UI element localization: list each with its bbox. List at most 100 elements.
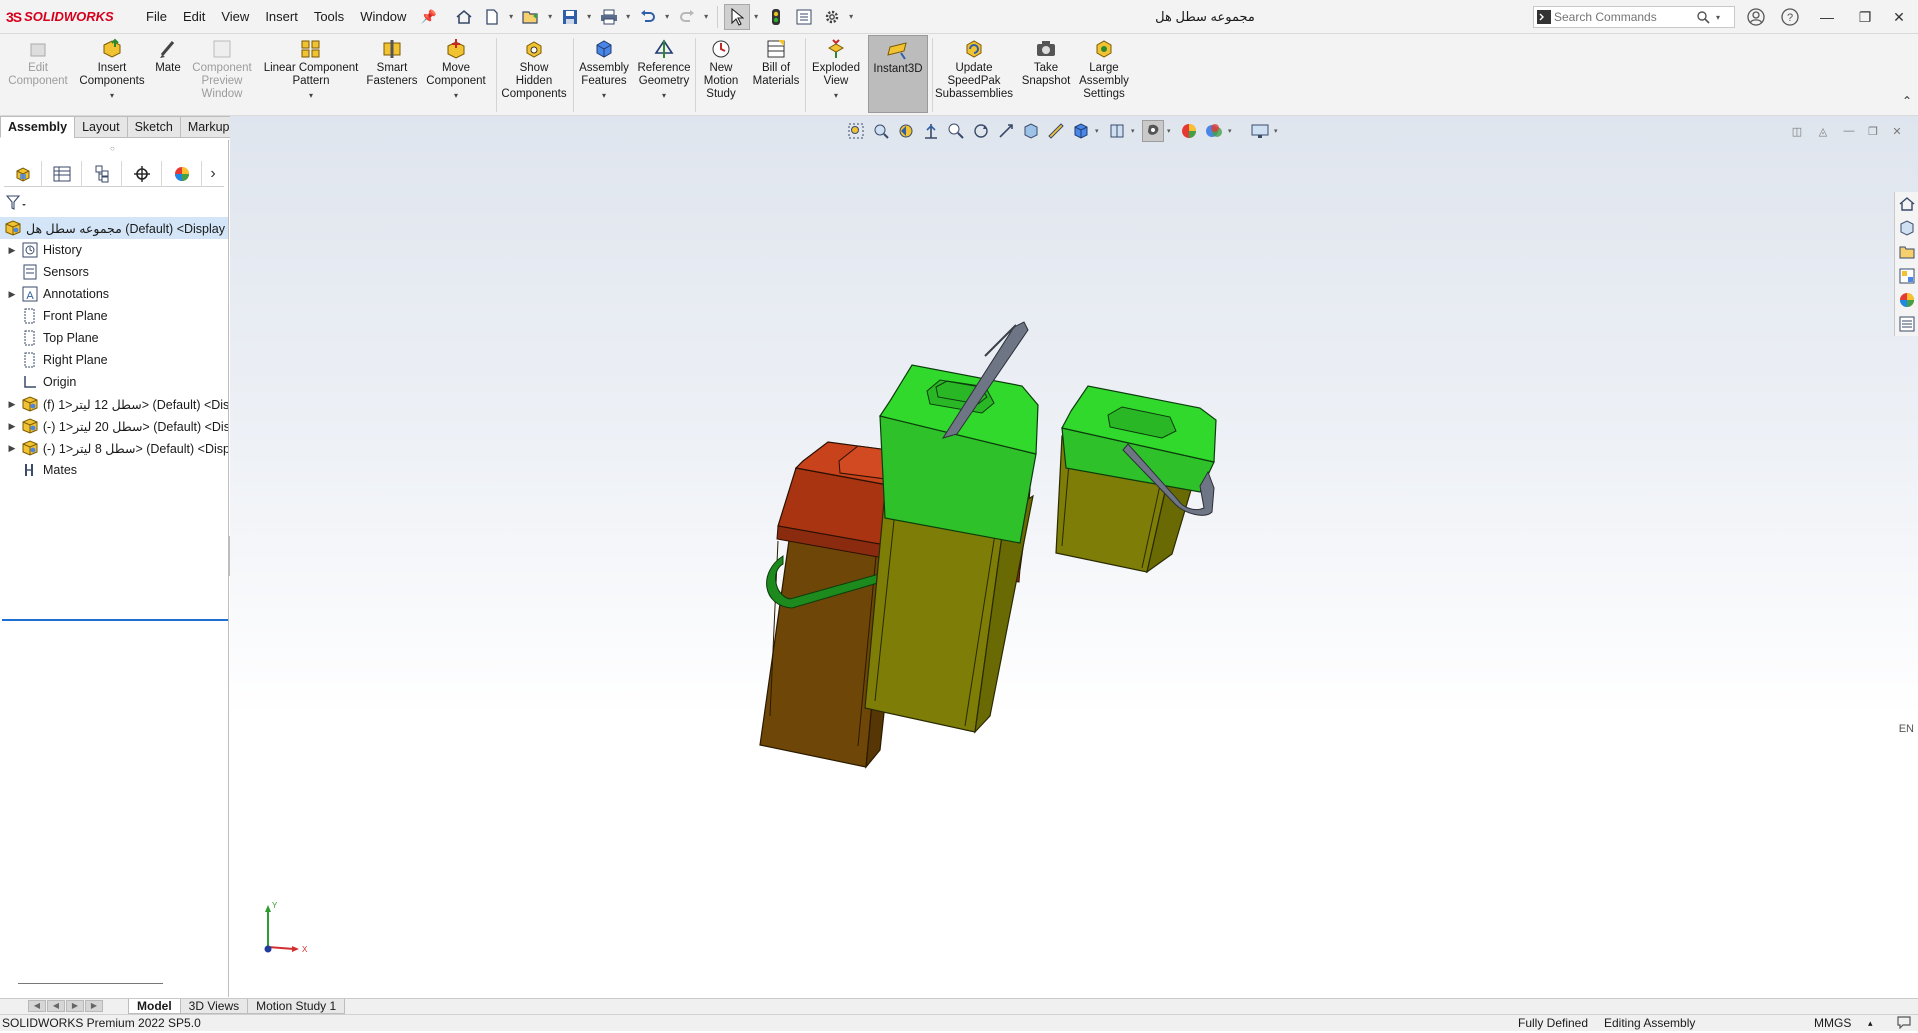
print-icon[interactable] bbox=[596, 4, 622, 30]
linear-component-pattern-button[interactable]: Linear Component Pattern ▾ bbox=[260, 38, 362, 102]
redo-dropdown-icon[interactable]: ▾ bbox=[702, 4, 711, 30]
insert-components-button[interactable]: Insert Components ▾ bbox=[78, 38, 146, 102]
expand-arrow-icon[interactable]: ▶ bbox=[7, 245, 17, 256]
expand-arrow-icon[interactable]: ▶ bbox=[7, 421, 17, 432]
3d-sketch-view-icon[interactable] bbox=[1045, 120, 1067, 142]
options-dropdown-icon[interactable]: ▾ bbox=[847, 4, 856, 30]
save-dropdown-icon[interactable]: ▾ bbox=[585, 4, 594, 30]
search-icon[interactable] bbox=[1694, 10, 1712, 24]
section-view-icon[interactable] bbox=[920, 120, 942, 142]
graphics-area[interactable]: ▾ ▾ ▾ ▾ ▾ ◫ ◬ — ❐ ✕ EN Y X bbox=[230, 116, 1918, 998]
apply-scene-icon[interactable] bbox=[1178, 120, 1200, 142]
bucket-8-liter[interactable] bbox=[1055, 385, 1217, 574]
menu-window[interactable]: Window bbox=[352, 0, 414, 34]
undo-dropdown-icon[interactable]: ▾ bbox=[663, 4, 672, 30]
units-selector[interactable]: MMGS bbox=[1814, 1015, 1851, 1031]
tab-layout[interactable]: Layout bbox=[74, 116, 128, 138]
edit-component-button[interactable]: Edit Component bbox=[8, 38, 68, 88]
exploded-view-button[interactable]: Exploded View ▾ bbox=[805, 38, 867, 102]
more-tabs-chevron-icon[interactable]: › bbox=[202, 161, 224, 187]
show-hidden-components-button[interactable]: Show Hidden Components bbox=[497, 38, 571, 101]
expand-arrow-icon[interactable]: ▶ bbox=[7, 289, 17, 300]
component-preview-window-button[interactable]: Component Preview Window bbox=[188, 38, 256, 101]
help-icon[interactable]: ? bbox=[1779, 6, 1801, 28]
hide-show-dropdown-icon[interactable]: ▾ bbox=[1131, 127, 1139, 135]
featuremanager-tab-icon[interactable] bbox=[4, 161, 42, 187]
monitor-dropdown-icon[interactable]: ▾ bbox=[1274, 127, 1282, 135]
open-dropdown-icon[interactable]: ▾ bbox=[546, 4, 555, 30]
solidworks-resources-icon[interactable] bbox=[1896, 194, 1918, 214]
reference-geometry-dropdown-icon[interactable]: ▾ bbox=[662, 89, 666, 102]
bucket-20-liter[interactable] bbox=[864, 321, 1039, 734]
configurationmanager-tab-icon[interactable] bbox=[82, 161, 122, 187]
bottom-tab-motion-study-1[interactable]: Motion Study 1 bbox=[247, 999, 346, 1014]
display-style-icon[interactable] bbox=[1070, 120, 1092, 142]
displaymanager-tab-icon[interactable] bbox=[162, 161, 202, 187]
large-assembly-settings-button[interactable]: Large Assembly Settings bbox=[1073, 38, 1135, 101]
rebuild-icon[interactable] bbox=[763, 4, 789, 30]
view-settings-dropdown-icon[interactable]: ▾ bbox=[1228, 127, 1236, 135]
pan-icon[interactable] bbox=[995, 120, 1017, 142]
previous-view-icon[interactable] bbox=[895, 120, 917, 142]
tree-item[interactable]: ▶Front Plane bbox=[0, 305, 228, 327]
view-palette-icon[interactable] bbox=[1896, 266, 1918, 286]
new-dropdown-icon[interactable]: ▾ bbox=[507, 4, 516, 30]
prev-tab-arrow-icon[interactable]: ◀ bbox=[47, 999, 65, 1012]
tree-item[interactable]: ▶ (-) سطل 8 لیتر<1> (Default) <Disp bbox=[0, 437, 228, 459]
design-library-icon[interactable] bbox=[1896, 218, 1918, 238]
pin-menu-icon[interactable]: 📌 bbox=[420, 9, 436, 25]
redo-icon[interactable] bbox=[674, 4, 700, 30]
expand-arrow-icon[interactable]: ▶ bbox=[7, 399, 17, 410]
take-snapshot-button[interactable]: Take Snapshot bbox=[1018, 38, 1074, 88]
smart-fasteners-button[interactable]: Smart Fasteners bbox=[364, 38, 420, 88]
rollback-bar[interactable] bbox=[2, 619, 228, 621]
tree-item[interactable]: ▶Top Plane bbox=[0, 327, 228, 349]
tab-navigation-arrows[interactable]: ◀ ◀ ▶ ▶ bbox=[28, 999, 124, 1014]
next-tab-arrow-icon[interactable]: ▶ bbox=[66, 999, 84, 1012]
restore-window-button[interactable]: ❐ bbox=[1846, 0, 1884, 34]
move-component-dropdown-icon[interactable]: ▾ bbox=[454, 89, 458, 102]
viewport-tile-left-icon[interactable]: ◫ bbox=[1788, 122, 1806, 140]
collapse-command-manager-icon[interactable]: ⌃ bbox=[1902, 94, 1912, 108]
close-window-button[interactable]: ✕ bbox=[1880, 0, 1918, 34]
instant3d-button[interactable]: Instant3D bbox=[868, 35, 928, 113]
edit-appearance-dropdown-icon[interactable]: ▾ bbox=[1167, 127, 1175, 135]
tree-item[interactable]: ▶ History bbox=[0, 239, 228, 261]
tree-item[interactable]: ▶Right Plane bbox=[0, 349, 228, 371]
zoom-to-fit-icon[interactable] bbox=[845, 120, 867, 142]
move-component-button[interactable]: Move Component ▾ bbox=[423, 38, 489, 102]
expand-arrow-icon[interactable]: ▶ bbox=[7, 443, 17, 454]
open-icon[interactable] bbox=[518, 4, 544, 30]
propertymanager-tab-icon[interactable] bbox=[42, 161, 82, 187]
undo-icon[interactable] bbox=[635, 4, 661, 30]
menu-file[interactable]: File bbox=[138, 0, 175, 34]
dimxpertmanager-tab-icon[interactable] bbox=[122, 161, 162, 187]
view-settings-icon[interactable] bbox=[1203, 120, 1225, 142]
menu-edit[interactable]: Edit bbox=[175, 0, 213, 34]
zoom-to-area-icon[interactable] bbox=[870, 120, 892, 142]
bottom-tab-3d-views[interactable]: 3D Views bbox=[179, 999, 249, 1014]
minimize-window-button[interactable]: — bbox=[1808, 0, 1846, 34]
appearances-scenes-icon[interactable] bbox=[1896, 290, 1918, 310]
viewport-close-icon[interactable]: ✕ bbox=[1888, 122, 1906, 140]
bottom-tab-model[interactable]: Model bbox=[128, 999, 181, 1014]
units-dropdown-icon[interactable]: ▴ bbox=[1868, 1015, 1873, 1031]
new-document-icon[interactable] bbox=[479, 4, 505, 30]
user-account-icon[interactable] bbox=[1745, 6, 1767, 28]
file-explorer-icon[interactable] bbox=[1896, 242, 1918, 262]
tree-item[interactable]: ▶ (f) سطل 12 لیتر<1> (Default) <Dis bbox=[0, 393, 228, 415]
reference-geometry-button[interactable]: Reference Geometry ▾ bbox=[633, 38, 695, 102]
tree-item[interactable]: ▶Sensors bbox=[0, 261, 228, 283]
viewport-restore-icon[interactable]: ❐ bbox=[1864, 122, 1882, 140]
print-dropdown-icon[interactable]: ▾ bbox=[624, 4, 633, 30]
assembly-features-button[interactable]: Assembly Features ▾ bbox=[575, 38, 633, 102]
menu-insert[interactable]: Insert bbox=[257, 0, 306, 34]
menu-tools[interactable]: Tools bbox=[306, 0, 352, 34]
search-commands[interactable]: ▾ bbox=[1533, 6, 1735, 28]
hide-show-items-icon[interactable] bbox=[1106, 120, 1128, 142]
custom-properties-icon[interactable] bbox=[1896, 314, 1918, 334]
options-gear-icon[interactable] bbox=[819, 4, 845, 30]
viewport-tile-right-icon[interactable]: ◬ bbox=[1814, 122, 1832, 140]
file-properties-icon[interactable] bbox=[791, 4, 817, 30]
assembly-features-dropdown-icon[interactable]: ▾ bbox=[602, 89, 606, 102]
